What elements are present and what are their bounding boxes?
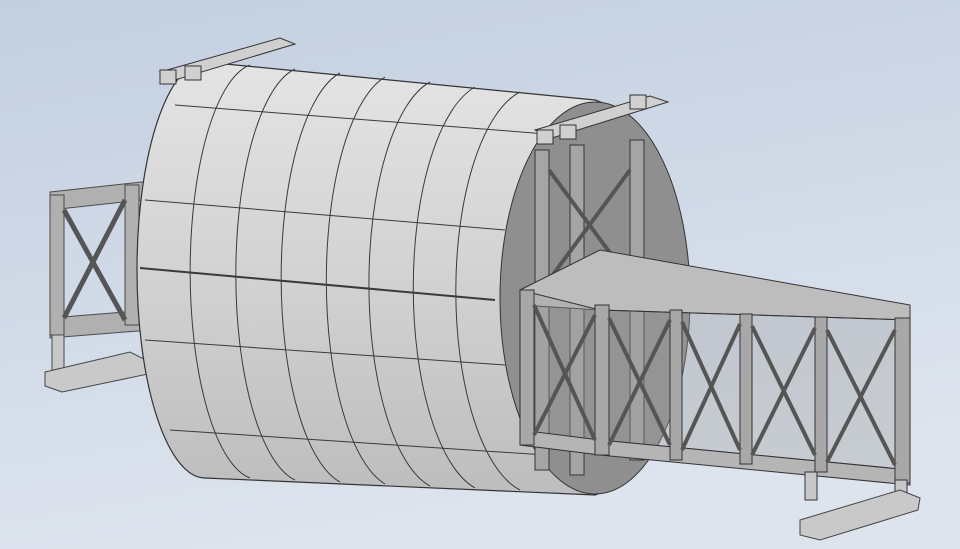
cad-viewport[interactable] [0, 0, 960, 549]
